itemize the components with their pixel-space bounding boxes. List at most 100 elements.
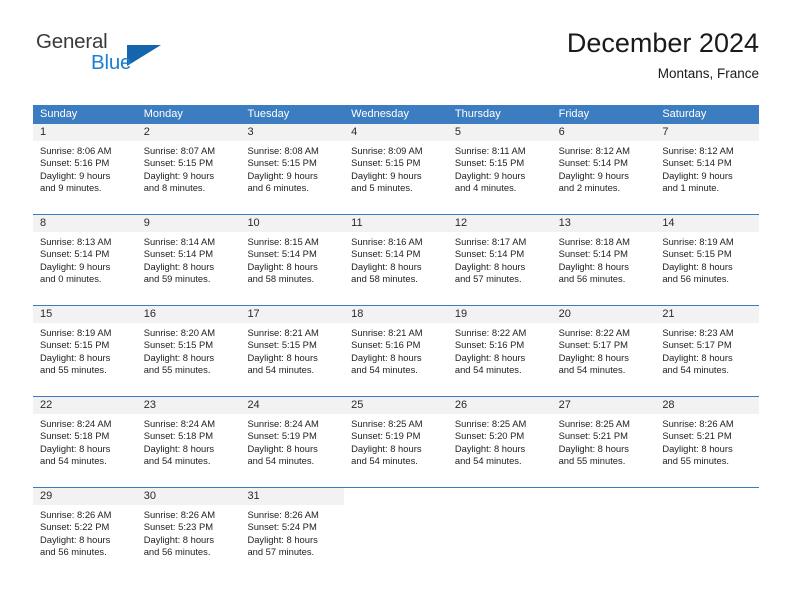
week-spacer — [33, 387, 759, 396]
sunrise-text: Sunrise: 8:20 AM — [143, 327, 216, 338]
general-blue-logo[interactable]: General Blue — [33, 30, 213, 86]
day-details: Sunrise: 8:19 AM Sunset: 5:15 PM Dayligh… — [655, 232, 759, 286]
day-number — [655, 488, 760, 505]
day-cell[interactable]: 6 Sunrise: 8:12 AM Sunset: 5:14 PM Dayli… — [551, 124, 656, 205]
day-number: 5 — [447, 124, 552, 141]
daylight-text-line1: Daylight: 8 hours — [143, 533, 215, 545]
sunrise-text: Sunrise: 8:08 AM — [247, 145, 319, 156]
day-number: 31 — [240, 488, 345, 505]
daylight-text-line1: Daylight: 8 hours — [558, 442, 629, 454]
day-cell[interactable]: 28 Sunrise: 8:26 AM Sunset: 5:21 PM Dayl… — [655, 397, 760, 478]
daylight-text-line2: and 4 minutes. — [454, 182, 517, 194]
sunset-text: Sunset: 5:15 PM — [351, 157, 421, 169]
sunset-text: Sunset: 5:19 PM — [351, 430, 421, 442]
day-cell[interactable]: 16 Sunrise: 8:20 AM Sunset: 5:15 PM Dayl… — [136, 306, 241, 387]
day-number: 18 — [344, 306, 448, 323]
day-cell[interactable]: 22 Sunrise: 8:24 AM Sunset: 5:18 PM Dayl… — [33, 397, 137, 478]
day-details: Sunrise: 8:07 AM Sunset: 5:15 PM Dayligh… — [137, 141, 241, 195]
day-cell[interactable]: 31 Sunrise: 8:26 AM Sunset: 5:24 PM Dayl… — [240, 488, 345, 569]
sunset-text: Sunset: 5:19 PM — [247, 430, 317, 442]
daylight-text-line1: Daylight: 8 hours — [662, 442, 733, 454]
day-cell[interactable]: 24 Sunrise: 8:24 AM Sunset: 5:19 PM Dayl… — [240, 397, 345, 478]
daylight-text-line1: Daylight: 8 hours — [143, 351, 215, 363]
day-number: 28 — [655, 397, 760, 414]
sunset-text: Sunset: 5:15 PM — [662, 248, 732, 260]
weekday-header-friday: Friday — [558, 108, 590, 120]
day-cell[interactable]: 7 Sunrise: 8:12 AM Sunset: 5:14 PM Dayli… — [655, 124, 760, 205]
daylight-text-line2: and 58 minutes. — [247, 273, 315, 285]
day-cell[interactable]: 3 Sunrise: 8:08 AM Sunset: 5:15 PM Dayli… — [240, 124, 345, 205]
day-cell[interactable]: 8 Sunrise: 8:13 AM Sunset: 5:14 PM Dayli… — [33, 215, 137, 296]
week-row: 1 Sunrise: 8:06 AM Sunset: 5:16 PM Dayli… — [33, 124, 760, 205]
day-cell[interactable]: 2 Sunrise: 8:07 AM Sunset: 5:15 PM Dayli… — [136, 124, 241, 205]
sunset-text: Sunset: 5:22 PM — [40, 521, 110, 533]
day-cell[interactable]: 12 Sunrise: 8:17 AM Sunset: 5:14 PM Dayl… — [447, 215, 552, 296]
day-cell[interactable]: 10 Sunrise: 8:15 AM Sunset: 5:14 PM Dayl… — [240, 215, 345, 296]
day-cell[interactable]: 23 Sunrise: 8:24 AM Sunset: 5:18 PM Dayl… — [136, 397, 241, 478]
day-cell[interactable]: 25 Sunrise: 8:25 AM Sunset: 5:19 PM Dayl… — [344, 397, 448, 478]
day-cell[interactable]: 26 Sunrise: 8:25 AM Sunset: 5:20 PM Dayl… — [447, 397, 552, 478]
sunrise-text: Sunrise: 8:26 AM — [662, 418, 734, 429]
day-number: 13 — [551, 215, 656, 232]
daylight-text-line1: Daylight: 8 hours — [247, 533, 318, 545]
sunset-text: Sunset: 5:14 PM — [558, 248, 628, 260]
sunrise-text: Sunrise: 8:13 AM — [40, 236, 112, 247]
sunset-text: Sunset: 5:15 PM — [143, 339, 214, 351]
day-cell[interactable]: 18 Sunrise: 8:21 AM Sunset: 5:16 PM Dayl… — [344, 306, 448, 387]
title-block: December 2024 Montans, France — [567, 26, 759, 84]
day-cell[interactable]: 13 Sunrise: 8:18 AM Sunset: 5:14 PM Dayl… — [551, 215, 656, 296]
day-number: 19 — [447, 306, 552, 323]
day-number: 3 — [240, 124, 345, 141]
day-details: Sunrise: 8:22 AM Sunset: 5:16 PM Dayligh… — [448, 323, 552, 377]
day-cell[interactable]: 5 Sunrise: 8:11 AM Sunset: 5:15 PM Dayli… — [447, 124, 552, 205]
daylight-text-line2: and 55 minutes. — [662, 455, 730, 467]
week-spacer — [33, 205, 759, 214]
daylight-text-line1: Daylight: 9 hours — [143, 169, 215, 181]
day-number: 14 — [655, 215, 760, 232]
day-cell[interactable]: 21 Sunrise: 8:23 AM Sunset: 5:17 PM Dayl… — [655, 306, 760, 387]
day-details: Sunrise: 8:20 AM Sunset: 5:15 PM Dayligh… — [137, 323, 241, 377]
day-details: Sunrise: 8:12 AM Sunset: 5:14 PM Dayligh… — [655, 141, 759, 195]
weekday-header-tuesday: Tuesday — [247, 108, 290, 120]
sunset-text: Sunset: 5:15 PM — [247, 157, 317, 169]
day-cell[interactable]: 9 Sunrise: 8:14 AM Sunset: 5:14 PM Dayli… — [136, 215, 241, 296]
sunset-text: Sunset: 5:17 PM — [662, 339, 732, 351]
daylight-text-line1: Daylight: 8 hours — [143, 442, 215, 454]
sunrise-text: Sunrise: 8:26 AM — [40, 509, 112, 520]
daylight-text-line2: and 56 minutes. — [662, 273, 730, 285]
daylight-text-line1: Daylight: 8 hours — [351, 442, 422, 454]
day-cell[interactable]: 14 Sunrise: 8:19 AM Sunset: 5:15 PM Dayl… — [655, 215, 760, 296]
day-details: Sunrise: 8:23 AM Sunset: 5:17 PM Dayligh… — [655, 323, 759, 377]
day-cell[interactable]: 11 Sunrise: 8:16 AM Sunset: 5:14 PM Dayl… — [344, 215, 448, 296]
daylight-text-line2: and 56 minutes. — [558, 273, 626, 285]
day-details: Sunrise: 8:13 AM Sunset: 5:14 PM Dayligh… — [33, 232, 137, 286]
sunrise-text: Sunrise: 8:11 AM — [454, 145, 526, 156]
day-details: Sunrise: 8:06 AM Sunset: 5:16 PM Dayligh… — [33, 141, 137, 195]
daylight-text-line1: Daylight: 8 hours — [351, 351, 422, 363]
sunset-text: Sunset: 5:15 PM — [40, 339, 110, 351]
day-cell[interactable]: 4 Sunrise: 8:09 AM Sunset: 5:15 PM Dayli… — [344, 124, 448, 205]
sunset-text: Sunset: 5:17 PM — [558, 339, 628, 351]
day-cell[interactable]: 27 Sunrise: 8:25 AM Sunset: 5:21 PM Dayl… — [551, 397, 656, 478]
day-cell[interactable]: 20 Sunrise: 8:22 AM Sunset: 5:17 PM Dayl… — [551, 306, 656, 387]
weekday-header-monday: Monday — [143, 108, 183, 120]
day-cell[interactable]: 19 Sunrise: 8:22 AM Sunset: 5:16 PM Dayl… — [447, 306, 552, 387]
day-number — [344, 488, 448, 505]
day-details: Sunrise: 8:17 AM Sunset: 5:14 PM Dayligh… — [448, 232, 552, 286]
day-cell[interactable]: 1 Sunrise: 8:06 AM Sunset: 5:16 PM Dayli… — [33, 124, 137, 205]
sunrise-text: Sunrise: 8:07 AM — [143, 145, 216, 156]
week-spacer — [33, 478, 759, 487]
daylight-text-line2: and 55 minutes. — [40, 364, 107, 376]
sunset-text: Sunset: 5:21 PM — [662, 430, 732, 442]
day-cell[interactable]: 30 Sunrise: 8:26 AM Sunset: 5:23 PM Dayl… — [136, 488, 241, 569]
day-details: Sunrise: 8:25 AM Sunset: 5:20 PM Dayligh… — [448, 414, 552, 468]
day-cell[interactable]: 15 Sunrise: 8:19 AM Sunset: 5:15 PM Dayl… — [33, 306, 137, 387]
day-cell[interactable]: 29 Sunrise: 8:26 AM Sunset: 5:22 PM Dayl… — [33, 488, 137, 569]
day-number: 11 — [344, 215, 448, 232]
sunset-text: Sunset: 5:14 PM — [40, 248, 110, 260]
day-details: Sunrise: 8:12 AM Sunset: 5:14 PM Dayligh… — [552, 141, 656, 195]
day-cell[interactable]: 17 Sunrise: 8:21 AM Sunset: 5:15 PM Dayl… — [240, 306, 345, 387]
daylight-text-line2: and 5 minutes. — [351, 182, 413, 194]
sunset-text: Sunset: 5:16 PM — [351, 339, 421, 351]
sunset-text: Sunset: 5:14 PM — [558, 157, 628, 169]
